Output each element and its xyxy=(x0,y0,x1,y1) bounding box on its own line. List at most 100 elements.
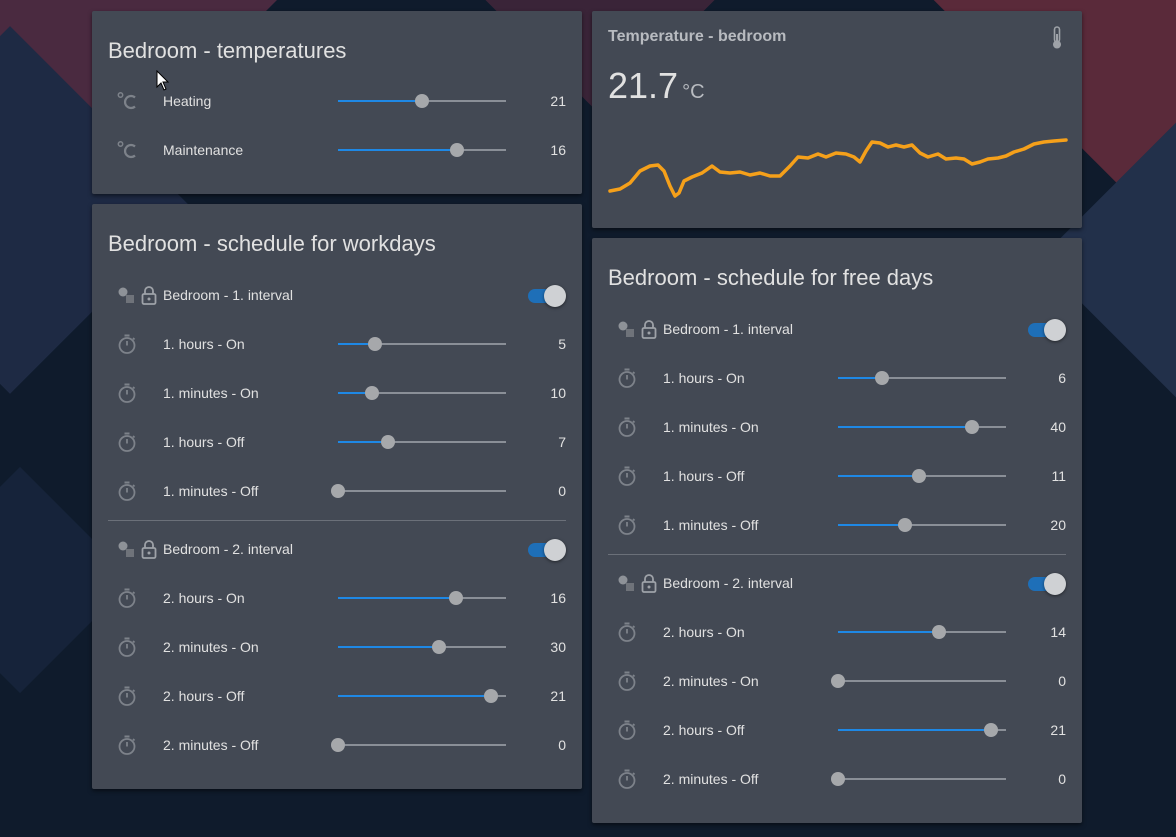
workdays-interval-2-header[interactable]: Bedroom - 2. interval xyxy=(92,534,582,564)
workdays-1-hours-off-slider-thumb[interactable] xyxy=(381,435,396,449)
maintenance-slider[interactable] xyxy=(338,143,506,157)
workdays-2-hours-on-slider[interactable] xyxy=(338,591,506,605)
freedays-interval-2-toggle[interactable] xyxy=(1028,573,1066,595)
freedays-2-hours-on-slider-thumb[interactable] xyxy=(931,625,946,639)
freedays-1-hours-on-value: 6 xyxy=(1058,370,1066,386)
workdays-2-hours-off-slider-thumb[interactable] xyxy=(483,689,498,703)
maintenance-slider-thumb[interactable] xyxy=(450,143,465,157)
sensor-value: 21.7 °C xyxy=(608,65,705,107)
workdays-2-hours-off-slider-fill xyxy=(338,695,491,697)
mouse-cursor-icon xyxy=(156,70,170,91)
workdays-1-minutes-on-slider[interactable] xyxy=(338,386,506,400)
workdays-2-hours-off-value: 21 xyxy=(550,688,566,704)
workdays-interval-1-label: Bedroom - 1. interval xyxy=(163,287,293,303)
freedays-1-minutes-off-slider-thumb[interactable] xyxy=(898,518,913,532)
freedays-2-hours-on-label: 2. hours - On xyxy=(663,624,745,640)
heating-slider[interactable] xyxy=(338,94,506,108)
workdays-1-minutes-off-slider[interactable] xyxy=(331,484,506,498)
lock-icon[interactable] xyxy=(638,318,660,340)
heating-slider-fill xyxy=(338,100,422,102)
workdays-schedule-title: Bedroom - schedule for workdays xyxy=(108,231,436,256)
workdays-1-hours-on-value: 5 xyxy=(558,336,566,352)
workdays-2-hours-off-slider[interactable] xyxy=(338,689,506,703)
workdays-2-hours-on-slider-thumb[interactable] xyxy=(448,591,463,605)
freedays-1-minutes-off-value: 20 xyxy=(1050,517,1066,533)
sensor-name: Temperature - bedroom xyxy=(608,28,787,45)
heating-slider-thumb[interactable] xyxy=(415,94,429,108)
timer-icon xyxy=(616,514,638,536)
lock-icon[interactable] xyxy=(138,284,160,306)
workdays-2-minutes-off-slider[interactable] xyxy=(331,738,506,752)
workdays-2-minutes-on-slider-thumb[interactable] xyxy=(431,640,446,654)
workdays-interval-2-toggle[interactable] xyxy=(528,539,566,561)
workdays-2-minutes-on-slider[interactable] xyxy=(338,640,506,654)
timer-icon xyxy=(616,367,638,389)
freedays-2-hours-off-slider-thumb[interactable] xyxy=(983,723,998,737)
workdays-2-hours-on-row: 2. hours - On 16 xyxy=(92,583,582,613)
freedays-interval-1-toggle-knob[interactable] xyxy=(1044,319,1066,341)
freedays-2-minutes-on-slider[interactable] xyxy=(831,674,1006,688)
freedays-1-minutes-off-slider[interactable] xyxy=(838,518,1006,532)
temperatures-card-title: Bedroom - temperatures xyxy=(108,38,347,63)
maintenance-row: Maintenance 16 xyxy=(92,135,582,165)
workdays-interval-1-toggle-knob[interactable] xyxy=(544,285,566,307)
freedays-1-hours-off-slider[interactable] xyxy=(838,469,1006,483)
freedays-schedule-card: Bedroom - schedule for free days Bedroom… xyxy=(592,238,1082,823)
maintenance-label: Maintenance xyxy=(163,142,244,158)
freedays-1-minutes-on-slider-thumb[interactable] xyxy=(965,420,980,434)
workdays-1-minutes-on-slider-thumb[interactable] xyxy=(364,386,379,400)
lock-icon[interactable] xyxy=(138,538,160,560)
freedays-2-hours-on-row: 2. hours - On 14 xyxy=(592,617,1082,647)
freedays-2-minutes-on-slider-thumb[interactable] xyxy=(831,674,845,688)
heating-label: Heating xyxy=(163,93,212,109)
workdays-interval-2-toggle-knob[interactable] xyxy=(544,539,566,561)
workdays-2-hours-on-slider-fill xyxy=(338,597,456,599)
timer-icon xyxy=(616,465,638,487)
workdays-1-hours-off-slider[interactable] xyxy=(338,435,506,449)
workdays-1-minutes-off-label: 1. minutes - Off xyxy=(163,483,259,499)
workdays-interval-1-header[interactable]: Bedroom - 1. interval xyxy=(92,280,582,310)
freedays-2-minutes-off-value: 0 xyxy=(1058,771,1066,787)
lock-icon[interactable] xyxy=(638,572,660,594)
group-icon xyxy=(616,318,638,340)
freedays-1-hours-off-slider-thumb[interactable] xyxy=(911,469,926,483)
workdays-2-minutes-on-label: 2. minutes - On xyxy=(163,639,259,655)
freedays-1-hours-on-slider[interactable] xyxy=(838,371,1006,385)
freedays-interval-1-label: Bedroom - 1. interval xyxy=(663,321,793,337)
freedays-2-hours-off-slider-fill xyxy=(838,729,991,731)
workdays-2-minutes-off-slider-thumb[interactable] xyxy=(331,738,345,752)
workdays-2-hours-off-label: 2. hours - Off xyxy=(163,688,245,704)
freedays-2-hours-on-slider[interactable] xyxy=(838,625,1006,639)
timer-icon xyxy=(116,333,138,355)
timer-icon xyxy=(116,636,138,658)
freedays-1-minutes-on-slider[interactable] xyxy=(838,420,1006,434)
freedays-2-minutes-off-slider-thumb[interactable] xyxy=(831,772,845,786)
freedays-interval-1-header[interactable]: Bedroom - 1. interval xyxy=(592,314,1082,344)
timer-icon xyxy=(116,480,138,502)
freedays-1-minutes-on-label: 1. minutes - On xyxy=(663,419,759,435)
group-icon xyxy=(116,284,138,306)
workdays-interval-1-toggle[interactable] xyxy=(528,285,566,307)
freedays-interval-2-toggle-knob[interactable] xyxy=(1044,573,1066,595)
workdays-1-hours-on-slider-thumb[interactable] xyxy=(367,337,382,351)
group-icon xyxy=(116,538,138,560)
celsius-icon xyxy=(116,90,138,112)
freedays-2-minutes-off-slider[interactable] xyxy=(831,772,1006,786)
workdays-1-minutes-off-slider-thumb[interactable] xyxy=(331,484,345,498)
freedays-1-minutes-off-slider-fill xyxy=(838,524,906,526)
freedays-2-hours-off-label: 2. hours - Off xyxy=(663,722,745,738)
freedays-1-hours-off-label: 1. hours - Off xyxy=(663,468,745,484)
freedays-2-hours-on-slider-fill xyxy=(838,631,939,633)
freedays-2-hours-off-slider[interactable] xyxy=(838,723,1006,737)
temperature-sensor-card[interactable]: Temperature - bedroom 21.7 °C xyxy=(592,11,1082,228)
workdays-2-minutes-off-row: 2. minutes - Off 0 xyxy=(92,730,582,760)
maintenance-slider-fill xyxy=(338,149,458,151)
workdays-1-minutes-on-value: 10 xyxy=(550,385,566,401)
freedays-interval-2-header[interactable]: Bedroom - 2. interval xyxy=(592,568,1082,598)
workdays-1-minutes-off-row: 1. minutes - Off 0 xyxy=(92,476,582,506)
workdays-1-hours-on-slider[interactable] xyxy=(338,337,506,351)
freedays-1-hours-on-slider-thumb[interactable] xyxy=(874,371,889,385)
freedays-interval-1-toggle[interactable] xyxy=(1028,319,1066,341)
timer-icon xyxy=(616,621,638,643)
sensor-unit: °C xyxy=(682,81,705,103)
